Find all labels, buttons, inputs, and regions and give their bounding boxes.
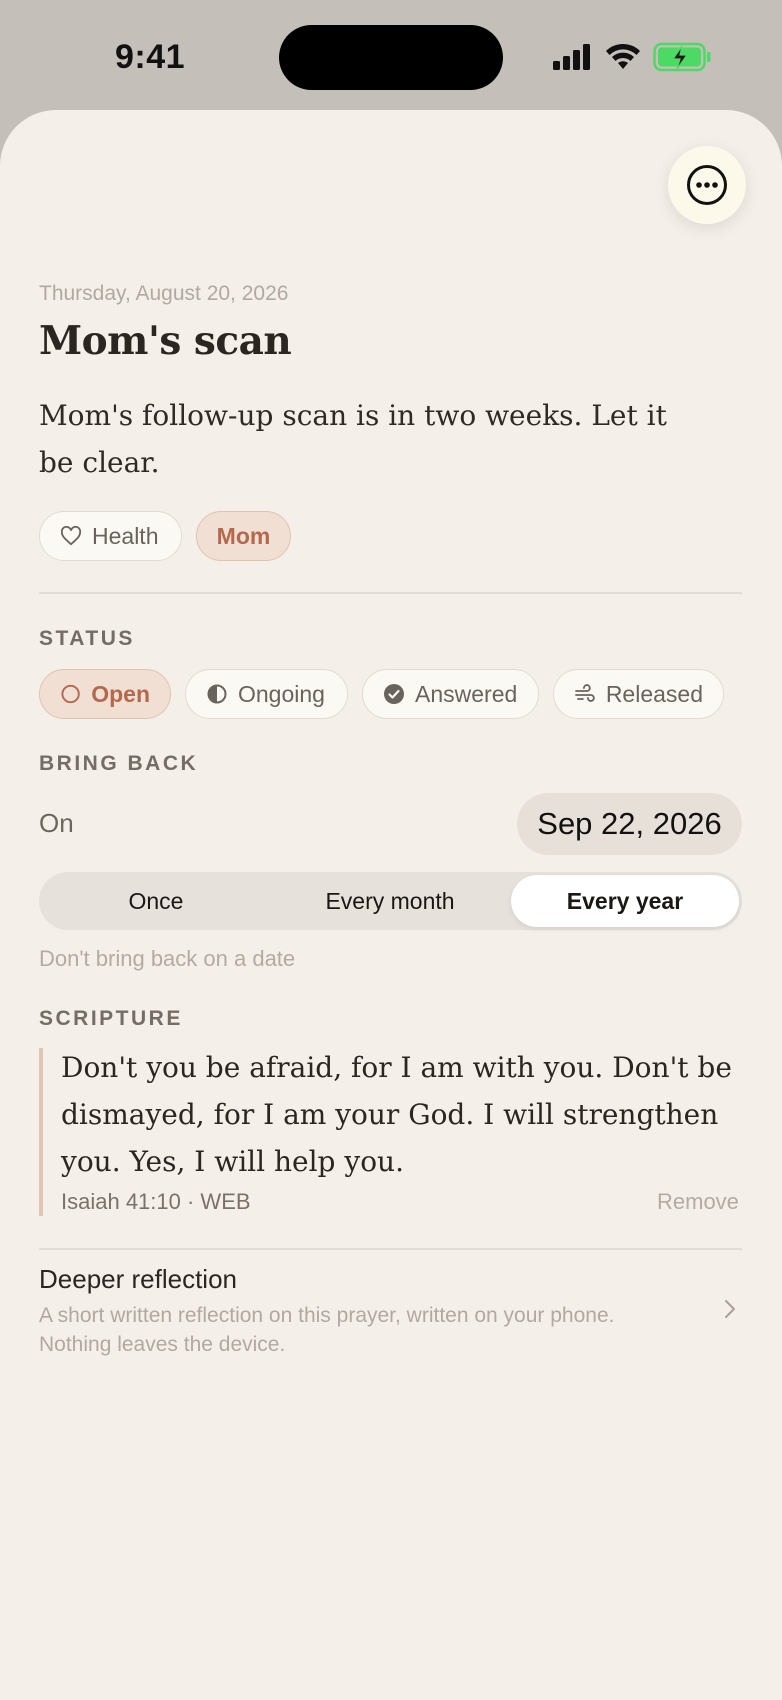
status-time: 9:41 <box>115 38 186 76</box>
scripture-section-label: SCRIPTURE <box>39 1007 183 1030</box>
segment-once[interactable]: Once <box>42 875 270 927</box>
wifi-icon <box>606 43 640 69</box>
circle-icon <box>61 684 80 704</box>
bring-back-date-picker[interactable]: Sep 22, 2026 <box>517 793 742 855</box>
scripture-text: Don't you be afraid, for I am with you. … <box>61 1051 732 1178</box>
reflection-title: Deeper reflection <box>39 1264 237 1294</box>
tag-label: Health <box>92 522 159 549</box>
status-label: Answered <box>415 680 518 707</box>
status-icons <box>553 40 711 74</box>
half-circle-icon <box>207 684 227 704</box>
signal-icon <box>553 44 590 70</box>
tag-mom[interactable]: Mom <box>196 511 291 561</box>
scripture-reference: Isaiah 41:10 · WEB <box>61 1189 251 1214</box>
divider <box>39 592 742 594</box>
ellipsis-circle-icon <box>687 165 727 205</box>
chevron-right-icon <box>725 1300 735 1318</box>
status-open[interactable]: Open <box>39 669 171 719</box>
reflection-subtitle: A short written reflection on this praye… <box>39 1304 615 1356</box>
prayer-date: Thursday, August 20, 2026 <box>39 282 289 305</box>
bring-back-on-label: On <box>39 808 74 838</box>
remove-scripture-button[interactable]: Remove <box>657 1189 739 1215</box>
status-ongoing[interactable]: Ongoing <box>185 669 348 719</box>
bring-back-section-label: BRING BACK <box>39 752 199 775</box>
prayer-title[interactable]: Mom's scan <box>39 318 292 364</box>
status-label: Open <box>91 680 150 707</box>
check-circle-icon <box>384 684 404 704</box>
divider <box>39 1248 742 1250</box>
status-section-label: STATUS <box>39 627 135 650</box>
status-released[interactable]: Released <box>553 669 724 719</box>
prayer-body[interactable]: Mom's follow-up scan is in two weeks. Le… <box>39 392 679 486</box>
segment-every-month[interactable]: Every month <box>276 875 504 927</box>
more-options-button[interactable] <box>668 146 746 224</box>
wind-icon <box>575 684 595 702</box>
tag-health[interactable]: Health <box>39 511 182 561</box>
status-bar: 9:41 <box>0 0 782 112</box>
battery-charging-icon <box>653 42 711 72</box>
frequency-segmented-control: Once Every month Every year <box>39 872 742 930</box>
status-answered[interactable]: Answered <box>362 669 539 719</box>
tag-label: Mom <box>216 522 271 549</box>
heart-icon <box>60 526 82 546</box>
status-label: Ongoing <box>238 680 325 707</box>
deeper-reflection-row[interactable]: Deeper reflection A short written reflec… <box>39 1262 749 1362</box>
status-label: Released <box>605 680 703 707</box>
dynamic-island <box>279 25 503 90</box>
segment-every-year[interactable]: Every year <box>511 875 739 927</box>
clear-bring-back-link[interactable]: Don't bring back on a date <box>39 946 295 972</box>
